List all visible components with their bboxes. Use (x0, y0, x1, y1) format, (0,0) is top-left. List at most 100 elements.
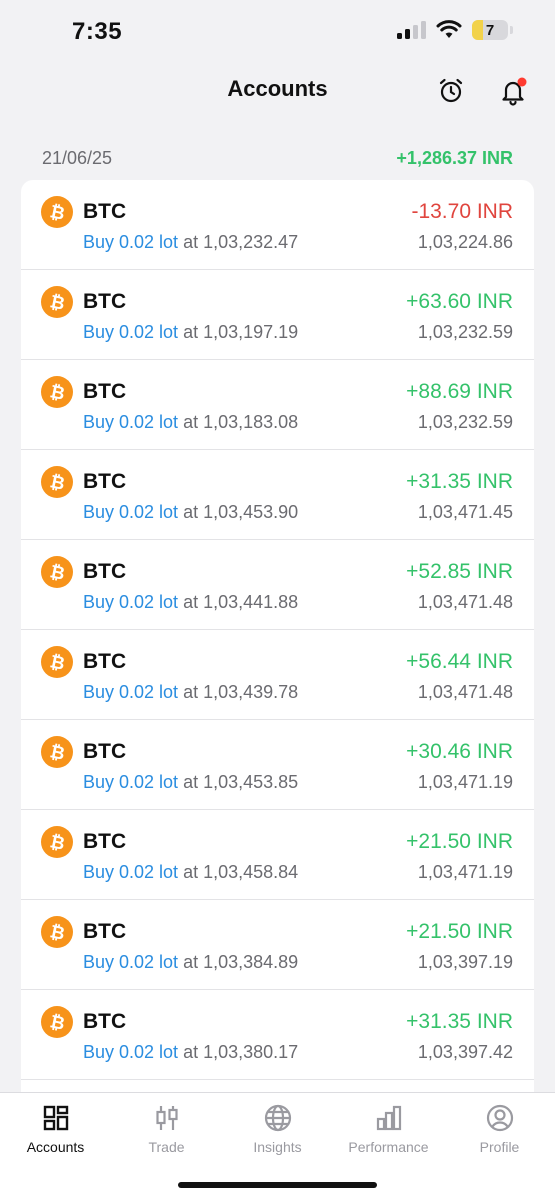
status-indicators: 7 (397, 20, 513, 40)
order-detail: Buy 0.02 lot at 1,03,453.85 (83, 772, 298, 793)
nav-label: Performance (348, 1139, 429, 1155)
globe-icon (264, 1104, 291, 1132)
trade-row[interactable]: ₿ BTC Buy 0.02 lot at 1,03,380.17 +31.35… (21, 990, 534, 1080)
bitcoin-icon: ₿ (41, 196, 73, 228)
order-detail: Buy 0.02 lot at 1,03,453.90 (83, 502, 298, 523)
trade-row[interactable]: ₿ BTC Buy 0.02 lot at 1,03,183.08 +88.69… (21, 360, 534, 450)
trade-row[interactable]: ₿ BTC Buy 0.02 lot at 1,03,458.84 +21.50… (21, 810, 534, 900)
nav-label: Insights (253, 1139, 302, 1155)
trade-symbol: BTC (83, 830, 127, 853)
candlestick-icon (155, 1106, 178, 1130)
trade-symbol: BTC (83, 200, 127, 223)
trade-symbol: BTC (83, 1010, 127, 1033)
bitcoin-icon: ₿ (41, 376, 73, 408)
bitcoin-icon: ₿ (41, 1006, 73, 1038)
order-detail: Buy 0.02 lot at 1,03,183.08 (83, 412, 298, 433)
current-price: 1,03,224.86 (417, 232, 513, 252)
cellular-signal-icon (397, 21, 426, 39)
trade-pnl: +31.35 INR (406, 470, 513, 493)
current-price: 1,03,471.48 (417, 682, 513, 702)
bitcoin-icon: ₿ (41, 286, 73, 318)
trade-pnl: +63.60 INR (406, 290, 513, 313)
entry-price: at 1,03,380.17 (178, 1042, 299, 1062)
order-side-link[interactable]: Buy 0.02 lot (83, 682, 178, 702)
trade-symbol: BTC (83, 380, 127, 403)
nav-label: Profile (479, 1139, 520, 1155)
order-side-link[interactable]: Buy 0.02 lot (83, 952, 178, 972)
nav-item-accounts[interactable]: Accounts (0, 1093, 111, 1163)
bitcoin-icon: ₿ (41, 736, 73, 768)
order-side-link[interactable]: Buy 0.02 lot (83, 862, 178, 882)
alarm-clock-icon[interactable] (434, 74, 468, 108)
app-header: Accounts (0, 64, 555, 120)
trade-pnl: +52.85 INR (406, 560, 513, 583)
trade-row[interactable]: ₿ BTC Buy 0.02 lot at 1,03,453.85 +30.46… (21, 720, 534, 810)
trade-row[interactable]: ₿ BTC Buy 0.02 lot at 1,03,453.90 +31.35… (21, 450, 534, 540)
entry-price: at 1,03,439.78 (178, 682, 299, 702)
bitcoin-icon: ₿ (41, 646, 73, 678)
nav-label: Accounts (26, 1139, 85, 1155)
bitcoin-icon: ₿ (41, 466, 73, 498)
nav-item-insights[interactable]: Insights (222, 1093, 333, 1163)
bell-icon[interactable] (496, 74, 530, 108)
page-title: Accounts (227, 76, 328, 101)
entry-price: at 1,03,232.47 (178, 232, 299, 252)
order-detail: Buy 0.02 lot at 1,03,439.78 (83, 682, 298, 703)
current-price: 1,03,471.19 (417, 862, 513, 882)
grid-icon (43, 1105, 68, 1131)
trade-row[interactable]: ₿ BTC Buy 0.02 lot at 1,03,441.88 +52.85… (21, 540, 534, 630)
order-detail: Buy 0.02 lot at 1,03,380.17 (83, 1042, 298, 1063)
current-price: 1,03,397.42 (417, 1042, 513, 1062)
entry-price: at 1,03,453.85 (178, 772, 299, 792)
order-detail: Buy 0.02 lot at 1,03,458.84 (83, 862, 298, 883)
status-bar: 7:35 7 (0, 0, 555, 64)
order-side-link[interactable]: Buy 0.02 lot (83, 502, 178, 522)
wifi-icon (436, 20, 462, 38)
nav-item-trade[interactable]: Trade (111, 1093, 222, 1163)
date-summary-row: 21/06/25 +1,286.37 INR (42, 146, 513, 170)
trade-pnl: +30.46 INR (406, 740, 513, 763)
order-side-link[interactable]: Buy 0.02 lot (83, 232, 178, 252)
order-side-link[interactable]: Buy 0.02 lot (83, 322, 178, 342)
current-price: 1,03,471.48 (417, 592, 513, 612)
order-side-link[interactable]: Buy 0.02 lot (83, 772, 178, 792)
nav-item-performance[interactable]: Performance (333, 1093, 444, 1163)
trade-symbol: BTC (83, 560, 127, 583)
trade-row[interactable]: ₿ BTC Buy 0.02 lot at 1,03,232.47 -13.70… (21, 180, 534, 270)
trade-symbol: BTC (83, 920, 127, 943)
current-price: 1,03,232.59 (417, 412, 513, 432)
user-circle-icon (486, 1104, 513, 1132)
current-price: 1,03,397.19 (417, 952, 513, 972)
order-detail: Buy 0.02 lot at 1,03,384.89 (83, 952, 298, 973)
trade-pnl: +21.50 INR (406, 830, 513, 853)
bar-chart-icon (376, 1105, 401, 1131)
bottom-nav: Accounts Trade Insights Performance Prof… (0, 1092, 555, 1201)
trade-pnl: +88.69 INR (406, 380, 513, 403)
trade-symbol: BTC (83, 650, 127, 673)
home-indicator[interactable] (178, 1182, 377, 1188)
date-label: 21/06/25 (42, 147, 113, 168)
order-detail: Buy 0.02 lot at 1,03,441.88 (83, 592, 298, 613)
battery-icon: 7 (472, 20, 508, 40)
current-price: 1,03,471.19 (417, 772, 513, 792)
trade-list: ₿ BTC Buy 0.02 lot at 1,03,232.47 -13.70… (21, 180, 534, 1092)
order-detail: Buy 0.02 lot at 1,03,197.19 (83, 322, 298, 343)
trade-symbol: BTC (83, 740, 127, 763)
status-time: 7:35 (72, 18, 123, 45)
trade-row[interactable]: ₿ BTC Buy 0.02 lot at 1,03,439.78 +56.44… (21, 630, 534, 720)
battery-level: 7 (485, 21, 495, 39)
current-price: 1,03,471.45 (417, 502, 513, 522)
entry-price: at 1,03,441.88 (178, 592, 299, 612)
nav-item-profile[interactable]: Profile (444, 1093, 555, 1163)
notification-dot (517, 77, 527, 87)
entry-price: at 1,03,183.08 (178, 412, 299, 432)
order-detail: Buy 0.02 lot at 1,03,232.47 (83, 232, 298, 253)
trade-row[interactable]: ₿ BTC Buy 0.02 lot at 1,03,197.19 +63.60… (21, 270, 534, 360)
order-side-link[interactable]: Buy 0.02 lot (83, 1042, 178, 1062)
entry-price: at 1,03,453.90 (178, 502, 299, 522)
order-side-link[interactable]: Buy 0.02 lot (83, 412, 178, 432)
trade-row[interactable]: ₿ BTC Buy 0.02 lot at 1,03,384.89 +21.50… (21, 900, 534, 990)
bitcoin-icon: ₿ (41, 556, 73, 588)
order-side-link[interactable]: Buy 0.02 lot (83, 592, 178, 612)
trade-symbol: BTC (83, 470, 127, 493)
